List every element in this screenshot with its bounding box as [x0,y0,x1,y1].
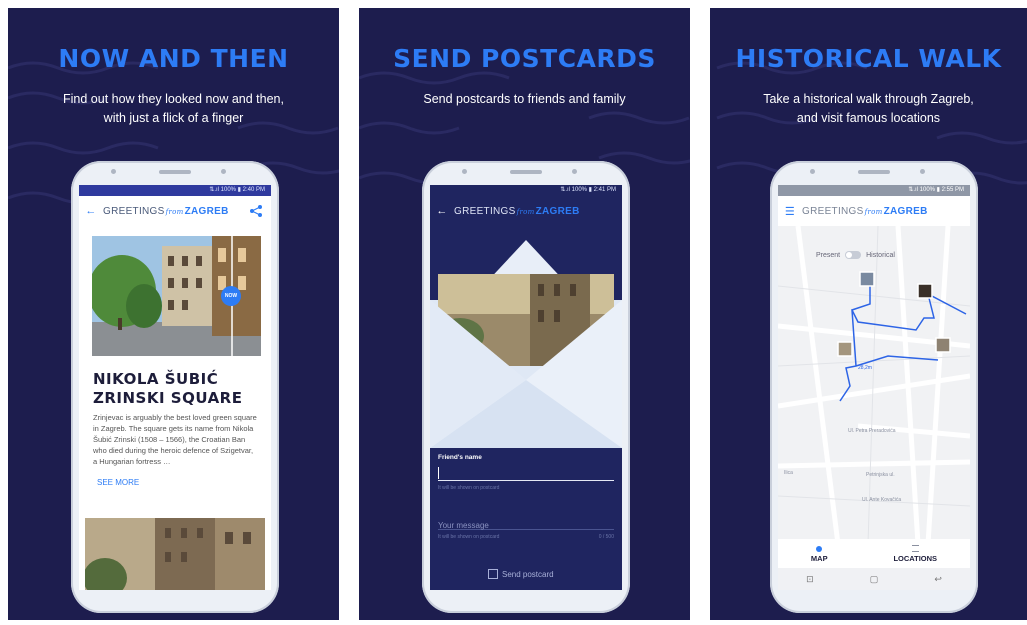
text-cursor [438,467,439,479]
camera-icon [572,169,577,174]
location-thumbnail[interactable] [859,271,875,287]
brand-script: from [165,207,184,216]
street-label: Petrinjska ul. [866,472,895,478]
location-thumbnail[interactable] [917,283,933,299]
second-place-photo[interactable] [85,518,265,590]
brand-text: GREETINGS [103,205,165,217]
friend-name-input[interactable] [438,466,614,481]
brand-text-bold: ZAGREB [184,205,229,217]
brand-logo: GREETINGSfromZAGREB [454,206,622,217]
home-icon[interactable]: ▢ [870,574,879,585]
place-description: Zrinjevac is arguably the best loved gre… [93,413,257,466]
panel-subtitle: Take a historical walk through Zagreb, a… [720,90,1017,128]
phone-frame: ⇅.ıl 100% ▮ 2:41 PM ← GREETINGSfromZAGRE… [422,161,630,613]
back-arrow-icon[interactable]: ← [79,205,103,217]
panel-title: SEND POSTCARDS [393,44,656,73]
street-label: Ilica [784,470,793,476]
back-arrow-icon[interactable]: ← [430,205,454,217]
brand-text-bold: ZAGREB [535,205,580,217]
tab-locations-label: LOCATIONS [893,554,938,563]
message-hint: It will be shown on postcard [438,534,500,540]
sensor-icon [462,169,467,174]
android-nav-bar: ⊡ ▢ ↩ [778,568,970,590]
postcard-envelope [430,240,622,448]
subtitle-line: Take a historical walk through Zagreb, [763,92,974,106]
phone-screen: ⇅.ıl 100% ▮ 2:40 PM ← GREETINGSfromZAGRE… [79,185,271,590]
brand-text: GREETINGS [454,205,516,217]
toggle-switch[interactable] [845,251,862,259]
back-nav-icon[interactable]: ↩ [934,574,942,585]
place-title-line: NIKOLA ŠUBIĆ [93,370,219,388]
app-header: ← GREETINGSfromZAGREB [79,196,271,226]
message-input[interactable]: Your message [438,515,614,530]
app-header: ☰ GREETINGSfromZAGREB [778,196,970,226]
brand-script: from [516,207,535,216]
phone-screen: ⇅.ıl 100% ▮ 2:55 PM ☰ GREETINGSfromZAGRE… [778,185,970,590]
list-icon [911,545,919,552]
toggle-label-historical: Historical [866,251,895,259]
status-bar: ⇅.ıl 100% ▮ 2:40 PM [79,185,271,196]
menu-icon[interactable]: ☰ [778,205,802,218]
speaker-grille [510,170,542,174]
map-pin-icon [816,545,823,552]
street-label: Ul. Petra Preradovića [848,428,896,434]
message-char-count: 0 / 500 [598,534,614,540]
phone-frame: ⇅.ıl 100% ▮ 2:55 PM ☰ GREETINGSfromZAGRE… [770,161,978,613]
now-badge[interactable]: NOW [221,286,241,306]
send-postcard-label: Send postcard [502,569,554,579]
brand-logo: GREETINGSfromZAGREB [802,206,970,217]
brand-logo: GREETINGSfromZAGREB [103,206,249,217]
friend-name-hint: It will be shown on postcard [438,485,500,491]
sensor-icon [111,169,116,174]
subtitle-line: Send postcards to friends and family [423,92,626,106]
promo-panel-now-and-then: NOW AND THEN Find out how they looked no… [8,8,339,620]
see-more-link[interactable]: SEE MORE [97,478,271,487]
message-placeholder: Your message [438,521,489,530]
toggle-label-present: Present [816,251,841,259]
subtitle-line: with just a flick of a finger [103,111,244,125]
subtitle-line: and visit famous locations [796,111,941,125]
place-title: NIKOLA ŠUBIĆ ZRINSKI SQUARE [93,370,261,408]
friend-name-label: Friend's name [438,454,482,461]
location-thumbnail[interactable] [837,341,853,357]
brand-text-bold: ZAGREB [883,205,928,217]
recent-apps-icon[interactable]: ⊡ [806,574,814,585]
app-header: ← GREETINGSfromZAGREB [430,196,622,226]
distance-label: 28,2m [858,365,872,371]
phone-frame: ⇅.ıl 100% ▮ 2:40 PM ← GREETINGSfromZAGRE… [71,161,279,613]
sensor-icon [810,169,815,174]
status-bar: ⇅.ıl 100% ▮ 2:41 PM [430,185,622,196]
subtitle-line: Find out how they looked now and then, [63,92,284,106]
checkbox[interactable] [488,569,498,579]
share-icon[interactable] [249,204,263,218]
camera-icon [920,169,925,174]
status-bar: ⇅.ıl 100% ▮ 2:55 PM [778,185,970,196]
place-title-line: ZRINSKI SQUARE [93,389,243,407]
bottom-tab-bar: MAP LOCATIONS [778,539,970,569]
tab-map-label: MAP [810,553,828,563]
promo-panel-historical-walk: HISTORICAL WALK Take a historical walk t… [710,8,1027,620]
brand-script: from [864,207,883,216]
tab-map[interactable]: MAP [810,545,828,563]
brand-text: GREETINGS [802,205,864,217]
place-photo[interactable]: NOW [92,236,261,356]
panel-subtitle: Find out how they looked now and then, w… [18,90,329,128]
phone-screen: ⇅.ıl 100% ▮ 2:41 PM ← GREETINGSfromZAGRE… [430,185,622,590]
present-historical-toggle[interactable]: Present Historical [816,251,895,259]
speaker-grille [159,170,191,174]
panel-subtitle: Send postcards to friends and family [369,90,680,109]
camera-icon [221,169,226,174]
send-postcard-button[interactable]: Send postcard [488,569,554,579]
location-thumbnail[interactable] [935,337,951,353]
panel-title: NOW AND THEN [58,44,289,73]
panel-title: HISTORICAL WALK [735,44,1002,73]
speaker-grille [858,170,890,174]
street-label: Ul. Ante Kovačića [862,497,902,503]
toggle-knob [846,252,853,258]
promo-panel-send-postcards: SEND POSTCARDS Send postcards to friends… [359,8,690,620]
tab-locations[interactable]: LOCATIONS [893,545,937,563]
